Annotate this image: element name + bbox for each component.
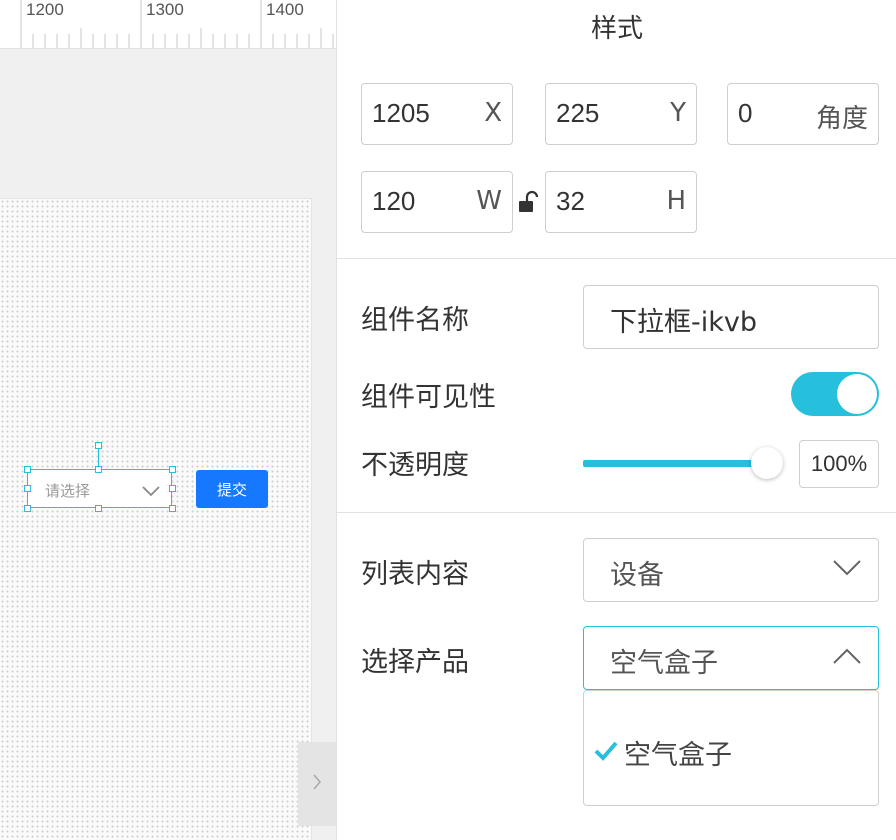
resize-handle-right[interactable] (169, 485, 176, 492)
height-field[interactable]: 32 H (545, 171, 697, 233)
resize-handle-bottom[interactable] (95, 505, 102, 512)
visibility-label: 组件可见性 (361, 382, 496, 413)
chevron-up-icon (832, 647, 862, 669)
horizontal-ruler: 1200 1300 1400 (0, 0, 336, 49)
width-value: 120 (372, 186, 416, 216)
list-content-select[interactable]: 设备 (583, 538, 879, 602)
product-option-label: 空气盒子 (624, 740, 732, 771)
section-divider (337, 512, 896, 513)
chevron-right-icon (312, 773, 322, 795)
component-name-input[interactable]: 下拉框-ikvb (583, 285, 879, 349)
chevron-down-icon (141, 482, 161, 501)
resize-handle-bottom-right[interactable] (169, 505, 176, 512)
select-product-label: 选择产品 (361, 647, 469, 678)
component-name-label: 组件名称 (361, 305, 469, 336)
width-field[interactable]: 120 W (361, 171, 513, 233)
angle-unit: 角度 (815, 104, 868, 134)
angle-field[interactable]: 0 角度 (727, 83, 879, 145)
width-unit: W (476, 186, 502, 216)
toggle-knob (837, 374, 877, 414)
product-options-menu: 空气盒子 (583, 690, 879, 806)
opacity-label: 不透明度 (361, 450, 469, 481)
panel-title: 样式 (590, 14, 643, 44)
select-product-value: 空气盒子 (610, 648, 718, 679)
x-value: 1205 (372, 98, 430, 128)
design-canvas[interactable]: 1200 1300 1400 请选择 提交 (0, 0, 336, 840)
list-content-label: 列表内容 (361, 559, 469, 590)
resize-handle-top[interactable] (95, 466, 102, 473)
y-value: 225 (556, 98, 600, 128)
ruler-label-1400: 1400 (266, 0, 304, 19)
rotate-handle[interactable] (95, 442, 102, 449)
product-option[interactable]: 空气盒子 (594, 733, 732, 772)
opacity-slider-thumb[interactable] (751, 447, 783, 479)
style-panel: 样式 1205 X 225 Y 0 角度 120 W 32 H 组件名称 下拉框… (336, 0, 896, 840)
resize-handle-left[interactable] (24, 485, 31, 492)
opacity-input[interactable]: 100% (799, 440, 879, 488)
height-unit: H (666, 186, 686, 216)
height-value: 32 (556, 186, 585, 216)
unlock-icon[interactable] (517, 190, 539, 218)
component-name-value: 下拉框-ikvb (610, 307, 757, 338)
submit-button[interactable]: 提交 (196, 470, 268, 508)
list-content-value: 设备 (610, 560, 664, 591)
panel-collapse-toggle[interactable] (298, 742, 336, 826)
checkmark-icon (594, 740, 618, 766)
y-unit: Y (670, 98, 686, 128)
ruler-label-1300: 1300 (146, 0, 184, 19)
resize-handle-top-right[interactable] (169, 466, 176, 473)
dropdown-widget[interactable]: 请选择 (27, 469, 172, 508)
y-field[interactable]: 225 Y (545, 83, 697, 145)
resize-handle-top-left[interactable] (24, 466, 31, 473)
resize-handle-bottom-left[interactable] (24, 505, 31, 512)
x-unit: X (484, 98, 502, 128)
visibility-toggle[interactable] (791, 372, 879, 416)
ruler-label-1200: 1200 (26, 0, 64, 19)
section-divider (337, 258, 896, 259)
opacity-slider-track[interactable] (583, 460, 767, 467)
artboard[interactable] (0, 198, 312, 840)
x-field[interactable]: 1205 X (361, 83, 513, 145)
select-product-select[interactable]: 空气盒子 (583, 626, 879, 690)
dropdown-placeholder: 请选择 (45, 482, 91, 500)
angle-value: 0 (738, 98, 753, 128)
chevron-down-icon (832, 559, 862, 581)
